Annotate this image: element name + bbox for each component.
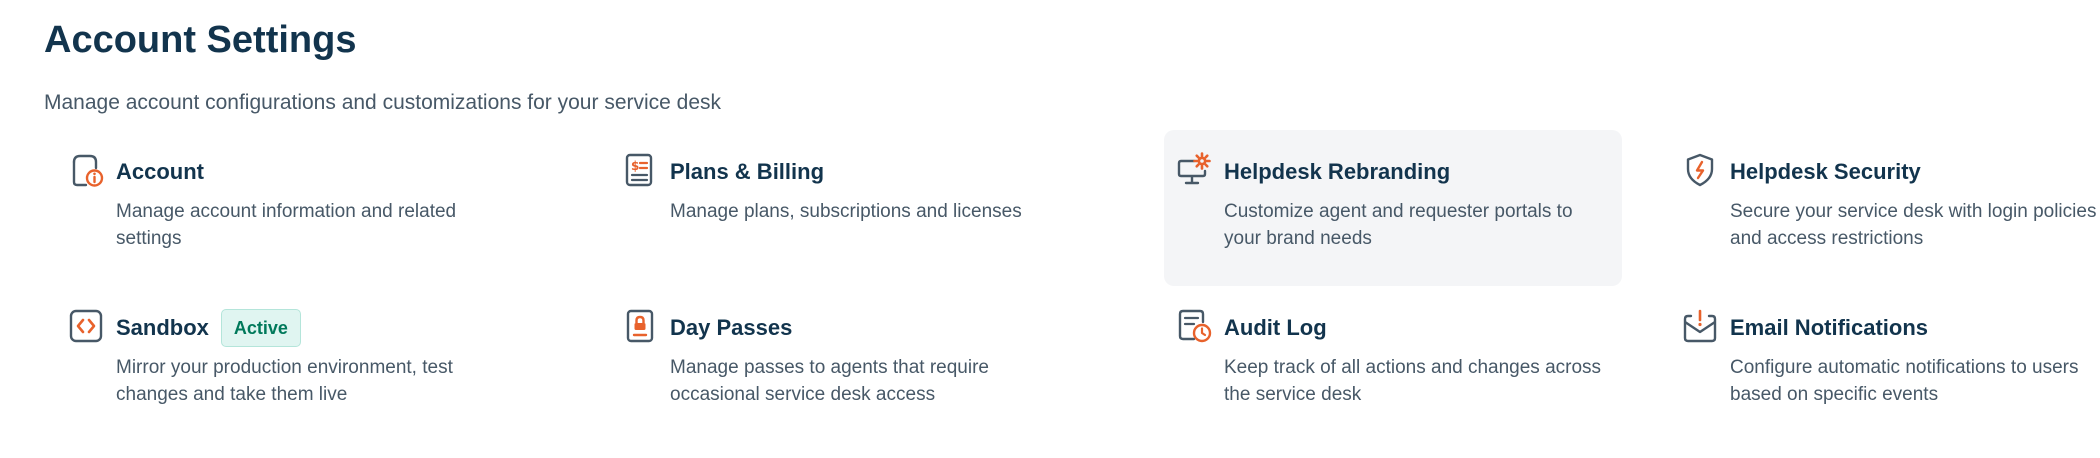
card-title: Plans & Billing [670,159,825,184]
card-description: Secure your service desk with login poli… [1730,201,2097,249]
log-clock-icon [1176,308,1212,344]
card-description: Keep track of all actions and changes ac… [1224,357,1602,405]
shield-icon [1682,152,1718,188]
settings-grid: Account Manage account information and r… [56,130,2096,442]
card-description: Configure automatic notifications to use… [1730,357,2079,405]
card-title: Audit Log [1224,315,1327,340]
card-account[interactable]: Account Manage account information and r… [56,130,562,286]
page-subtitle: Manage account configurations and custom… [44,91,722,114]
card-description: Manage passes to agents that require occ… [670,357,989,405]
card-description: Customize agent and requester portals to… [1224,201,1573,249]
svg-text:$: $ [631,159,639,173]
monitor-gear-icon [1176,152,1212,188]
account-settings-page: Account Settings Manage account configur… [0,0,2100,458]
card-description: Manage plans, subscriptions and licenses [670,201,1022,222]
card-email-notifications[interactable]: Email Notifications Configure automatic … [1670,286,2100,442]
card-title: Helpdesk Security [1730,159,1921,184]
card-title: Helpdesk Rebranding [1224,159,1451,184]
card-day-passes[interactable]: Day Passes Manage passes to agents that … [610,286,1116,442]
card-description: Manage account information and related s… [116,201,457,249]
card-title: Day Passes [670,315,793,340]
card-title: Sandbox [116,315,209,340]
card-title: Email Notifications [1730,315,1929,340]
card-helpdesk-security[interactable]: Helpdesk Security Secure your service de… [1670,130,2100,286]
card-plans-billing[interactable]: $ Plans & Billing Manage plans, subscrip… [610,130,1116,286]
card-audit-log[interactable]: Audit Log Keep track of all actions and … [1164,286,1622,442]
envelope-alert-icon [1682,308,1718,344]
status-badge: Active [220,309,301,347]
code-brackets-icon [68,308,104,344]
badge-pass-icon [622,308,658,344]
card-sandbox[interactable]: Sandbox Active Mirror your production en… [56,286,562,442]
card-title: Account [116,159,204,184]
account-info-icon [68,152,104,188]
card-description: Mirror your production environment, test… [116,357,453,405]
page-title: Account Settings [44,19,357,61]
billing-invoice-icon: $ [622,152,658,188]
card-helpdesk-rebranding[interactable]: Helpdesk Rebranding Customize agent and … [1164,130,1622,286]
